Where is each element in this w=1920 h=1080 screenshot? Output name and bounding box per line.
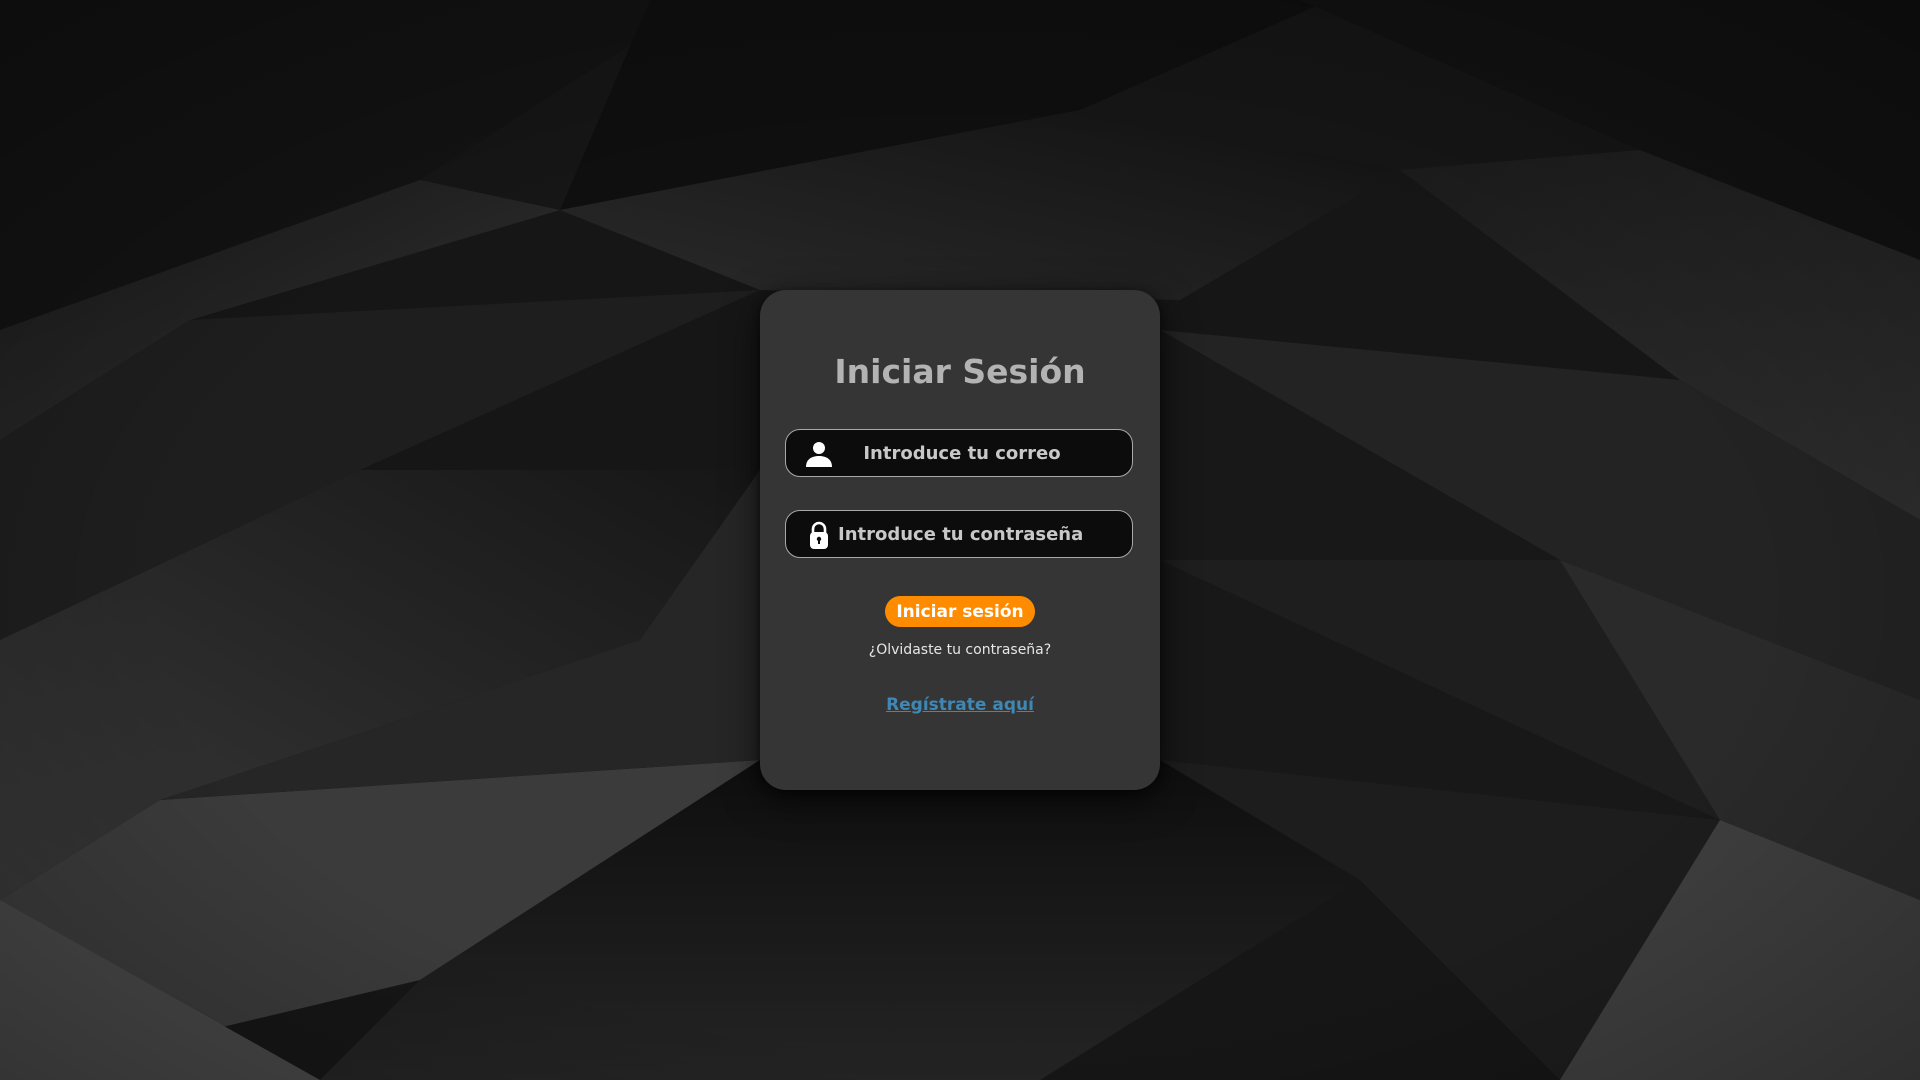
forgot-password-link[interactable]: ¿Olvidaste tu contraseña? — [760, 642, 1160, 658]
register-link[interactable]: Regístrate aquí — [760, 695, 1160, 715]
user-icon — [806, 442, 832, 467]
login-button[interactable]: Iniciar sesión — [885, 596, 1035, 627]
password-input[interactable] — [838, 511, 1126, 557]
email-input[interactable] — [846, 430, 1078, 476]
page-title: Iniciar Sesión — [834, 352, 1086, 391]
login-card: Iniciar Sesión Iniciar sesión ¿Olvidaste… — [760, 290, 1160, 790]
email-field-container[interactable] — [785, 429, 1133, 477]
password-field-container[interactable] — [785, 510, 1133, 558]
lock-icon — [810, 521, 828, 549]
